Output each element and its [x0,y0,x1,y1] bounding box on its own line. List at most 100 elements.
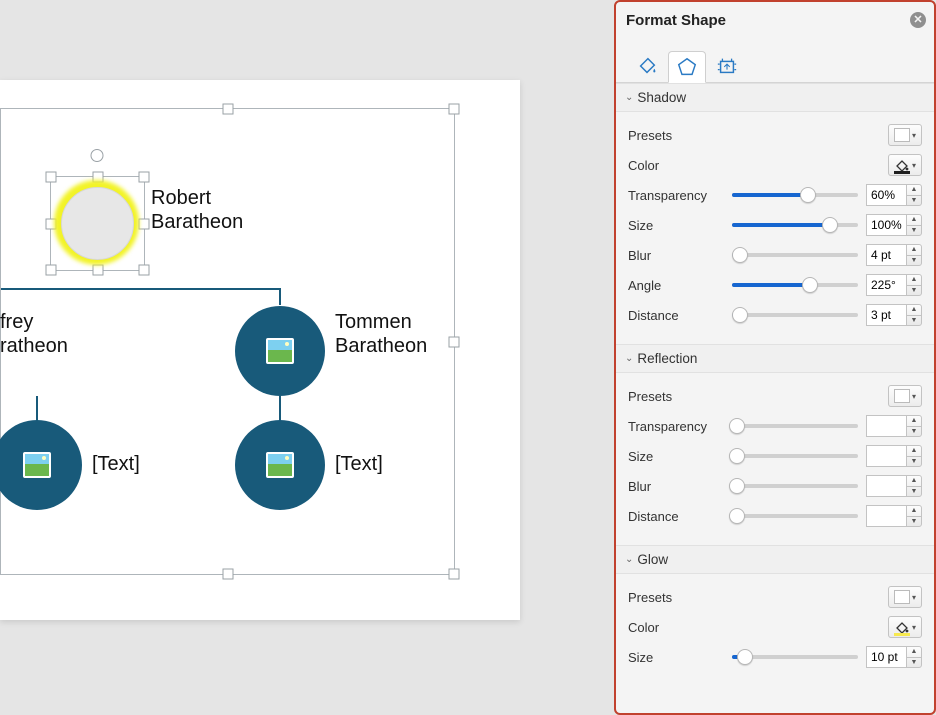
stepper-down-icon[interactable]: ▼ [907,487,921,497]
glow-color-picker[interactable]: ▾ [888,616,922,638]
shape-placeholder-label: [Text] [335,452,383,476]
label-angle: Angle [628,278,724,293]
reflection-presets-picker[interactable]: ▾ [888,385,922,407]
stepper-up-icon[interactable]: ▲ [907,185,921,196]
shape-label: frey ratheon [0,310,68,358]
swatch-icon [894,128,910,142]
shadow-size-slider[interactable] [732,223,858,227]
shadow-blur-stepper[interactable]: ▲▼ [866,244,922,266]
shadow-size-input[interactable] [866,214,906,236]
reflection-distance-stepper[interactable]: ▲▼ [866,505,922,527]
label-distance: Distance [628,509,724,524]
chevron-down-icon: ▾ [912,593,916,602]
shadow-transparency-stepper[interactable]: ▲▼ [866,184,922,206]
label-transparency: Transparency [628,419,724,434]
shadow-transparency-slider[interactable] [732,193,858,197]
stepper-up-icon[interactable]: ▲ [907,275,921,286]
stepper-down-icon[interactable]: ▼ [907,316,921,326]
label-size: Size [628,218,724,233]
reflection-distance-input[interactable] [866,505,906,527]
reflection-blur-stepper[interactable]: ▲▼ [866,475,922,497]
stepper-up-icon[interactable]: ▲ [907,305,921,316]
stepper-up-icon[interactable]: ▲ [907,647,921,658]
stepper-up-icon[interactable]: ▲ [907,245,921,256]
chevron-down-icon: ▾ [912,131,916,140]
reflection-transparency-input[interactable] [866,415,906,437]
selected-shape-circle[interactable] [50,160,143,273]
document-canvas[interactable]: Robert Baratheon frey ratheon Tommen Bar… [0,0,614,715]
shadow-angle-input[interactable] [866,274,906,296]
stepper-up-icon[interactable]: ▲ [907,506,921,517]
stepper-down-icon[interactable]: ▼ [907,286,921,296]
picture-placeholder-icon [266,452,294,478]
label-presets: Presets [628,389,724,404]
shadow-angle-stepper[interactable]: ▲▼ [866,274,922,296]
stepper-down-icon[interactable]: ▼ [907,196,921,206]
circle-shape[interactable] [61,187,134,260]
swatch-icon [894,590,910,604]
reflection-blur-slider[interactable] [732,484,858,488]
chevron-down-icon: ⌄ [625,92,633,103]
stepper-up-icon[interactable]: ▲ [907,416,921,427]
section-header-glow[interactable]: ⌄ Glow [616,545,934,574]
circle-node[interactable] [235,306,325,396]
reflection-transparency-stepper[interactable]: ▲▼ [866,415,922,437]
circle-node[interactable] [235,420,325,510]
tab-fill-line[interactable] [628,50,666,82]
label-presets: Presets [628,590,724,605]
close-icon[interactable]: ✕ [910,12,926,28]
section-title: Shadow [637,90,686,105]
reflection-size-slider[interactable] [732,454,858,458]
stepper-up-icon[interactable]: ▲ [907,476,921,487]
stepper-down-icon[interactable]: ▼ [907,457,921,467]
shadow-angle-slider[interactable] [732,283,858,287]
stepper-down-icon[interactable]: ▼ [907,226,921,236]
stepper-up-icon[interactable]: ▲ [907,446,921,457]
section-header-reflection[interactable]: ⌄ Reflection [616,344,934,373]
label-size: Size [628,449,724,464]
swatch-icon [894,389,910,403]
size-icon [716,55,738,77]
tab-effects[interactable] [668,51,706,83]
chevron-down-icon: ▾ [912,161,916,170]
section-header-shadow[interactable]: ⌄ Shadow [616,83,934,112]
shape-placeholder-label: [Text] [92,452,140,476]
reflection-transparency-slider[interactable] [732,424,858,428]
label-size: Size [628,650,724,665]
stepper-down-icon[interactable]: ▼ [907,427,921,437]
shadow-size-stepper[interactable]: ▲▼ [866,214,922,236]
stepper-down-icon[interactable]: ▼ [907,658,921,668]
format-shape-panel: Format Shape ✕ [614,0,936,715]
stepper-down-icon[interactable]: ▼ [907,517,921,527]
pentagon-icon [676,56,698,78]
chevron-down-icon: ▾ [912,623,916,632]
label-blur: Blur [628,479,724,494]
shadow-distance-stepper[interactable]: ▲▼ [866,304,922,326]
shadow-presets-picker[interactable]: ▾ [888,124,922,146]
label-transparency: Transparency [628,188,724,203]
label-color: Color [628,620,724,635]
shadow-transparency-input[interactable] [866,184,906,206]
glow-size-stepper[interactable]: ▲▼ [866,646,922,668]
tab-size-properties[interactable] [708,50,746,82]
glow-presets-picker[interactable]: ▾ [888,586,922,608]
stepper-down-icon[interactable]: ▼ [907,256,921,266]
shadow-blur-input[interactable] [866,244,906,266]
shadow-distance-slider[interactable] [732,313,858,317]
shape-label: Robert Baratheon [151,186,243,234]
shadow-blur-slider[interactable] [732,253,858,257]
chevron-down-icon: ⌄ [625,353,633,364]
shadow-color-picker[interactable]: ▾ [888,154,922,176]
glow-size-slider[interactable] [732,655,858,659]
label-color: Color [628,158,724,173]
rotation-handle-icon[interactable] [90,149,103,162]
reflection-size-input[interactable] [866,445,906,467]
glow-size-input[interactable] [866,646,906,668]
shadow-distance-input[interactable] [866,304,906,326]
reflection-distance-slider[interactable] [732,514,858,518]
reflection-size-stepper[interactable]: ▲▼ [866,445,922,467]
picture-placeholder-icon [23,452,51,478]
reflection-blur-input[interactable] [866,475,906,497]
stepper-up-icon[interactable]: ▲ [907,215,921,226]
paint-bucket-icon [636,55,658,77]
